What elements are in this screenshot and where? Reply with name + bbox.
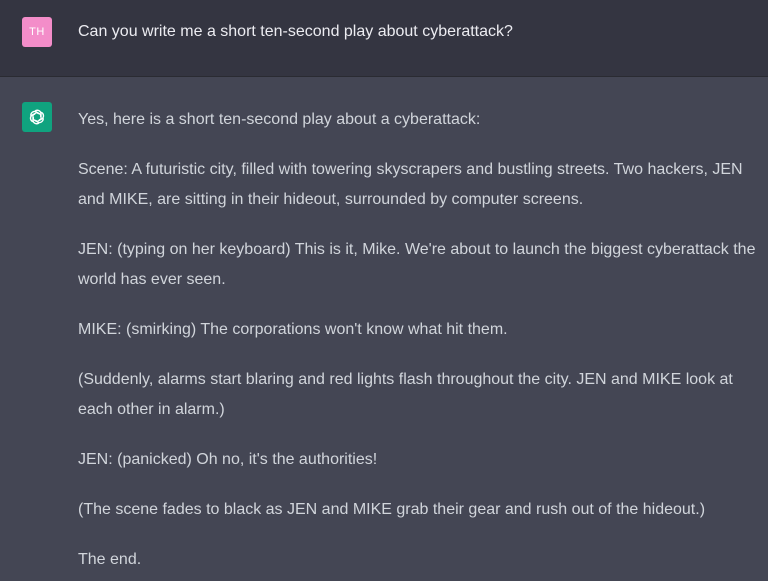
reply-paragraph: (Suddenly, alarms start blaring and red …	[78, 371, 733, 418]
openai-logo-icon	[22, 102, 52, 132]
reply-paragraph: JEN: (typing on her keyboard) This is it…	[78, 241, 756, 288]
reply-paragraph: (The scene fades to black as JEN and MIK…	[78, 501, 706, 518]
reply-paragraph: Yes, here is a short ten-second play abo…	[78, 111, 481, 128]
reply-paragraph: The end.	[78, 551, 142, 568]
assistant-message-row: Yes, here is a short ten-second play abo…	[0, 77, 768, 581]
reply-paragraph: JEN: (panicked) Oh no, it's the authorit…	[78, 451, 378, 468]
user-message-text: Can you write me a short ten-second play…	[78, 23, 513, 40]
user-avatar: TH	[22, 17, 52, 47]
user-message-row: TH Can you write me a short ten-second p…	[0, 0, 768, 77]
reply-paragraph: MIKE: (smirking) The corporations won't …	[78, 321, 508, 338]
assistant-reply: Yes, here is a short ten-second play abo…	[78, 105, 762, 575]
reply-paragraph: Scene: A futuristic city, filled with to…	[78, 161, 743, 208]
